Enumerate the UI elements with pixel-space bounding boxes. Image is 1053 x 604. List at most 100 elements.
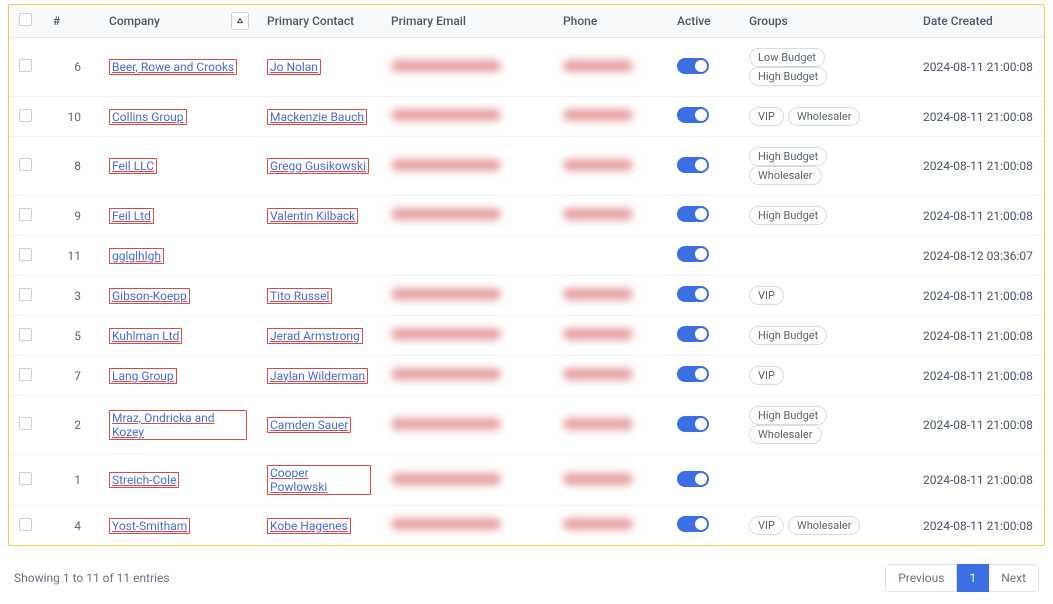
email-cell xyxy=(381,38,553,97)
row-checkbox[interactable] xyxy=(19,472,32,485)
company-link[interactable]: Kuhlman Ltd xyxy=(109,328,182,344)
contact-link[interactable]: Mackenzie Bauch xyxy=(267,109,367,125)
company-link[interactable]: Mraz, Ondricka and Kozey xyxy=(109,410,247,440)
group-tag[interactable]: Wholesaler xyxy=(749,425,822,444)
contact-link[interactable]: Jaylan Wilderman xyxy=(267,368,368,384)
table-row: 4Yost-SmithamKobe HagenesVIPWholesaler20… xyxy=(9,506,1044,546)
contact-link[interactable]: Camden Sauer xyxy=(267,417,351,433)
row-checkbox[interactable] xyxy=(19,518,32,531)
company-link[interactable]: Beer, Rowe and Crooks xyxy=(109,59,237,75)
active-toggle[interactable] xyxy=(677,286,709,302)
page-1[interactable]: 1 xyxy=(957,564,989,592)
row-checkbox[interactable] xyxy=(19,368,32,381)
group-tag[interactable]: VIP xyxy=(749,516,784,535)
group-tag[interactable]: Wholesaler xyxy=(788,107,861,126)
contact-link[interactable]: Kobe Hagenes xyxy=(267,518,351,534)
active-toggle[interactable] xyxy=(677,157,709,173)
contact-link[interactable]: Jerad Armstrong xyxy=(267,328,363,344)
redacted-email xyxy=(391,109,501,121)
date-created: 2024-08-11 21:00:08 xyxy=(913,137,1044,196)
date-created: 2024-08-11 21:00:08 xyxy=(913,396,1044,455)
group-tag[interactable]: High Budget xyxy=(749,67,827,86)
row-checkbox[interactable] xyxy=(19,328,32,341)
company-link[interactable]: Collins Group xyxy=(109,109,187,125)
group-tag[interactable]: High Budget xyxy=(749,326,827,345)
group-tag[interactable]: Wholesaler xyxy=(788,516,861,535)
company-link[interactable]: Lang Group xyxy=(109,368,177,384)
group-tag[interactable]: High Budget xyxy=(749,406,827,425)
header-company[interactable]: Company xyxy=(99,5,257,38)
row-number: 4 xyxy=(43,506,99,546)
header-email[interactable]: Primary Email xyxy=(381,5,553,38)
active-toggle[interactable] xyxy=(677,471,709,487)
row-checkbox[interactable] xyxy=(19,248,32,261)
active-toggle[interactable] xyxy=(677,416,709,432)
groups-cell: Low BudgetHigh Budget xyxy=(739,38,913,97)
contact-link[interactable]: Jo Nolan xyxy=(267,59,321,75)
table-row: 5Kuhlman LtdJerad ArmstrongHigh Budget20… xyxy=(9,316,1044,356)
company-link[interactable]: Yost-Smitham xyxy=(109,518,190,534)
group-tag[interactable]: VIP xyxy=(749,366,784,385)
contact-link[interactable]: Tito Russel xyxy=(267,288,332,304)
next-button[interactable]: Next xyxy=(989,564,1039,592)
group-tag[interactable]: VIP xyxy=(749,286,784,305)
table-footer: Showing 1 to 11 of 11 entries Previous 1… xyxy=(0,546,1053,604)
row-checkbox[interactable] xyxy=(19,417,32,430)
row-checkbox[interactable] xyxy=(19,109,32,122)
email-cell xyxy=(381,356,553,396)
group-tag[interactable]: Low Budget xyxy=(749,48,825,67)
group-tag[interactable]: High Budget xyxy=(749,147,827,166)
redacted-phone xyxy=(563,109,633,121)
redacted-email xyxy=(391,208,501,220)
row-checkbox[interactable] xyxy=(19,59,32,72)
date-created: 2024-08-11 21:00:08 xyxy=(913,276,1044,316)
group-tag[interactable]: VIP xyxy=(749,107,784,126)
active-toggle[interactable] xyxy=(677,246,709,262)
contact-link[interactable]: Gregg Gusikowski xyxy=(267,158,369,174)
header-num[interactable]: # xyxy=(43,5,99,38)
sort-asc-icon[interactable] xyxy=(231,12,249,30)
active-toggle[interactable] xyxy=(677,107,709,123)
groups-cell: VIPWholesaler xyxy=(739,97,913,137)
company-link[interactable]: Streich-Cole xyxy=(109,472,179,488)
row-checkbox[interactable] xyxy=(19,158,32,171)
active-toggle[interactable] xyxy=(677,366,709,382)
groups-cell: VIP xyxy=(739,276,913,316)
group-tag[interactable]: Wholesaler xyxy=(749,166,822,185)
header-company-label: Company xyxy=(109,14,160,28)
active-toggle[interactable] xyxy=(677,326,709,342)
phone-cell xyxy=(553,276,667,316)
company-link[interactable]: Feil Ltd xyxy=(109,208,154,224)
active-toggle[interactable] xyxy=(677,206,709,222)
header-contact[interactable]: Primary Contact xyxy=(257,5,381,38)
header-phone[interactable]: Phone xyxy=(553,5,667,38)
header-checkbox[interactable] xyxy=(9,5,43,38)
entries-summary: Showing 1 to 11 of 11 entries xyxy=(14,571,170,585)
row-checkbox[interactable] xyxy=(19,288,32,301)
company-link[interactable]: gglglhlgh xyxy=(109,248,164,264)
groups-cell xyxy=(739,236,913,276)
header-groups[interactable]: Groups xyxy=(739,5,913,38)
table-row: 11gglglhlgh2024-08-12 03:36:07 xyxy=(9,236,1044,276)
row-number: 10 xyxy=(43,97,99,137)
table-row: 2Mraz, Ondricka and KozeyCamden SauerHig… xyxy=(9,396,1044,455)
contact-link[interactable]: Cooper Powlowski xyxy=(267,465,371,495)
header-date[interactable]: Date Created xyxy=(913,5,1044,38)
groups-cell: VIPWholesaler xyxy=(739,506,913,546)
phone-cell xyxy=(553,196,667,236)
active-toggle[interactable] xyxy=(677,58,709,74)
previous-button[interactable]: Previous xyxy=(885,564,957,592)
contact-link[interactable]: Valentin Kilback xyxy=(267,208,358,224)
redacted-phone xyxy=(563,473,633,485)
row-checkbox[interactable] xyxy=(19,208,32,221)
active-toggle[interactable] xyxy=(677,516,709,532)
email-cell xyxy=(381,316,553,356)
table-row: 10 Collins Group Mackenzie Bauch VIPWholesa… xyxy=(9,97,1044,137)
checkbox-icon[interactable] xyxy=(19,13,32,26)
header-active[interactable]: Active xyxy=(667,5,739,38)
date-created: 2024-08-11 21:00:08 xyxy=(913,38,1044,97)
company-link[interactable]: Gibson-Koepp xyxy=(109,288,190,304)
data-table: # Company Primary Contact Primary Email … xyxy=(8,4,1045,546)
company-link[interactable]: Feil LLC xyxy=(109,158,157,174)
group-tag[interactable]: High Budget xyxy=(749,206,827,225)
